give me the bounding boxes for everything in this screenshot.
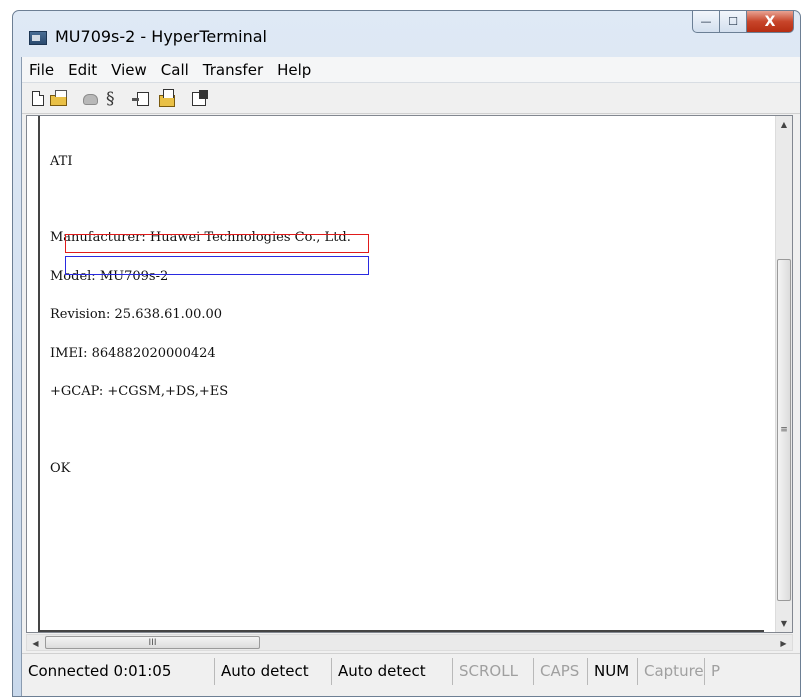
properties-icon xyxy=(192,90,208,106)
status-num: NUM xyxy=(588,657,638,685)
close-button[interactable]: X xyxy=(747,11,794,33)
menu-call[interactable]: Call xyxy=(154,57,196,83)
menu-view[interactable]: View xyxy=(104,57,154,83)
menu-bar: File Edit View Call Transfer Help xyxy=(22,57,800,83)
minimize-icon: — xyxy=(700,15,712,28)
scroll-up-arrow[interactable]: ▲ xyxy=(776,116,792,133)
minimize-button[interactable]: — xyxy=(692,11,720,33)
open-button[interactable] xyxy=(49,89,69,109)
caption-buttons: — ☐ X xyxy=(692,11,794,33)
maximize-button[interactable]: ☐ xyxy=(720,11,747,33)
grip-icon: ≡ xyxy=(780,425,788,435)
status-print: P xyxy=(711,661,721,680)
hyperterminal-window: MU709s-2 - HyperTerminal — ☐ X File Edit… xyxy=(12,10,801,697)
status-caps: CAPS xyxy=(534,657,588,685)
client-area: File Edit View Call Transfer Help § ATI … xyxy=(21,57,800,696)
disconnect-icon: § xyxy=(106,89,115,109)
menu-file[interactable]: File xyxy=(22,57,61,83)
terminal-line: +GCAP: +CGSM,+DS,+ES xyxy=(50,383,229,399)
maximize-icon: ☐ xyxy=(728,15,738,28)
menu-edit[interactable]: Edit xyxy=(61,57,104,83)
call-button[interactable] xyxy=(80,89,100,109)
terminal-line: Manufacturer: Huawei Technologies Co., L… xyxy=(50,230,351,246)
new-icon xyxy=(32,91,44,106)
title-bar[interactable]: MU709s-2 - HyperTerminal — ☐ X xyxy=(13,11,800,57)
call-icon xyxy=(83,94,98,105)
vertical-scroll-thumb[interactable]: ≡ xyxy=(777,259,791,601)
app-icon[interactable] xyxy=(29,31,47,45)
terminal-area[interactable]: ATI Manufacturer: Huawei Technologies Co… xyxy=(26,115,793,633)
new-connection-button[interactable] xyxy=(28,89,48,109)
status-bar: Connected 0:01:05 Auto detect Auto detec… xyxy=(22,653,800,688)
grip-icon: III xyxy=(148,637,157,648)
terminal-line: Model: MU709s-2 xyxy=(50,268,169,284)
receive-icon xyxy=(159,89,175,107)
horizontal-scrollbar[interactable]: ◀ III ▶ xyxy=(26,634,793,651)
terminal-line: Revision: 25.638.61.00.00 xyxy=(50,307,223,323)
scroll-left-arrow[interactable]: ◀ xyxy=(27,635,44,651)
send-icon xyxy=(132,92,149,106)
scroll-right-arrow[interactable]: ▶ xyxy=(775,635,792,651)
close-icon: X xyxy=(764,13,776,30)
scroll-down-arrow[interactable]: ▼ xyxy=(776,615,792,632)
status-connected: Connected 0:01:05 xyxy=(22,657,215,685)
menu-transfer[interactable]: Transfer xyxy=(196,57,270,83)
status-detect-2: Auto detect xyxy=(332,657,453,685)
status-scroll: SCROLL xyxy=(453,657,534,685)
terminal-line: ATI xyxy=(50,153,73,169)
receive-button[interactable] xyxy=(157,89,177,109)
window-title: MU709s-2 - HyperTerminal xyxy=(55,27,267,46)
terminal-text[interactable]: ATI Manufacturer: Huawei Technologies Co… xyxy=(38,116,764,632)
vertical-scrollbar[interactable]: ▲ ≡ ▼ xyxy=(775,116,792,632)
terminal-line: OK xyxy=(50,460,71,476)
terminal-line: IMEI: 864882020000424 xyxy=(50,345,216,361)
open-icon xyxy=(50,90,67,106)
status-capture: Capture xyxy=(638,657,705,685)
menu-help[interactable]: Help xyxy=(270,57,318,83)
properties-button[interactable] xyxy=(190,89,210,109)
horizontal-scroll-thumb[interactable]: III xyxy=(45,636,260,649)
send-button[interactable] xyxy=(132,89,154,109)
status-detect-1: Auto detect xyxy=(215,657,332,685)
toolbar: § xyxy=(22,84,800,114)
disconnect-button[interactable]: § xyxy=(102,89,122,109)
